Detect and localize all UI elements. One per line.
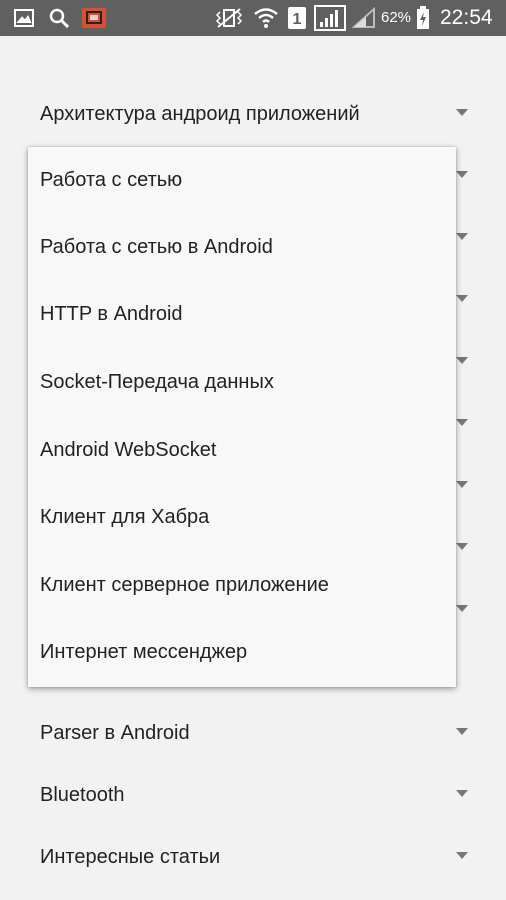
dropdown-arrow-icon[interactable] (456, 295, 468, 302)
popup-item[interactable]: Интернет мессенджер (28, 619, 456, 686)
battery-charging-icon (416, 0, 430, 36)
signal-icon (352, 0, 376, 36)
signal-icon (314, 0, 346, 36)
menu-item[interactable]: Интересные статьи (0, 826, 506, 888)
popup-item-label: Android WebSocket (40, 439, 217, 461)
dropdown-arrow-icon[interactable] (456, 852, 468, 859)
vibrate-icon (214, 0, 244, 36)
sim-1-icon: 1 (287, 0, 307, 36)
popup-item-label: Клиент серверное приложение (40, 574, 329, 596)
dropdown-arrow-icon[interactable] (456, 543, 468, 550)
dropdown-arrow-icon[interactable] (456, 171, 468, 178)
popup-item[interactable]: Работа с сетью (28, 147, 456, 214)
menu-item[interactable]: Архитектура андроид приложений (0, 83, 506, 145)
wifi-icon (253, 0, 279, 36)
clock: 22:54 (440, 6, 493, 29)
battery-percent: 62% (381, 9, 412, 26)
sim-number: 1 (293, 11, 302, 28)
popup-item-label: Работа с сетью (40, 169, 183, 191)
popup-item-label: HTTP в Android (40, 303, 183, 325)
search-icon (48, 0, 70, 36)
menu-item-label: Bluetooth (40, 784, 125, 806)
dropdown-arrow-icon[interactable] (456, 109, 468, 116)
popup-item-label: Работа с сетью в Android (40, 236, 273, 258)
menu-item-label: Архитектура андроид приложений (40, 103, 360, 125)
dropdown-arrow-icon[interactable] (456, 605, 468, 612)
gallery-icon (14, 0, 34, 36)
dropdown-arrow-icon[interactable] (456, 419, 468, 426)
popup-item[interactable]: HTTP в Android (28, 281, 456, 348)
app-notification-icon (82, 0, 106, 36)
popup-item[interactable]: Android WebSocket (28, 417, 456, 484)
menu-item-label: Интересные статьи (40, 846, 221, 868)
menu-item[interactable]: Bluetooth (0, 764, 506, 826)
dropdown-arrow-icon[interactable] (456, 790, 468, 797)
popup-item[interactable]: Клиент серверное приложение (28, 552, 456, 619)
dropdown-arrow-icon[interactable] (456, 481, 468, 488)
popup-item[interactable]: Работа с сетью в Android (28, 214, 456, 281)
popup-item-label: Клиент для Хабра (40, 506, 210, 528)
popup-item[interactable]: Socket-Передача данных (28, 349, 456, 416)
status-bar: 1 62% 22:54 (0, 0, 506, 36)
dropdown-arrow-icon[interactable] (456, 728, 468, 735)
dropdown-arrow-icon[interactable] (456, 233, 468, 240)
dropdown-arrow-icon[interactable] (456, 357, 468, 364)
submenu-popup: Работа с сетью Работа с сетью в Android … (28, 147, 456, 687)
popup-item-label: Интернет мессенджер (40, 641, 248, 663)
menu-item-label: Parser в Android (40, 722, 190, 744)
menu-item[interactable]: Parser в Android (0, 702, 506, 764)
popup-item-label: Socket-Передача данных (40, 371, 274, 393)
popup-item[interactable]: Клиент для Хабра (28, 484, 456, 551)
